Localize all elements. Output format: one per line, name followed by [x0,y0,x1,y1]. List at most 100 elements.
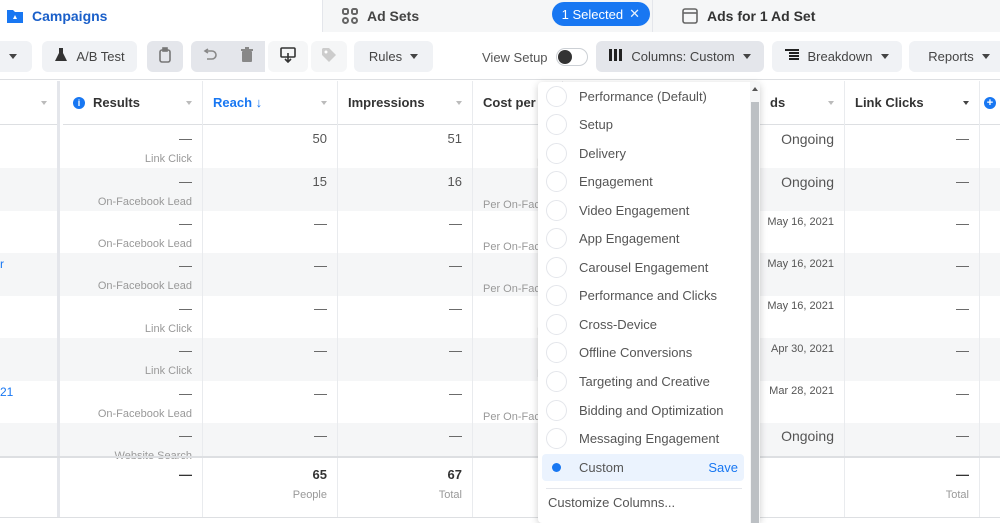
reports-button[interactable]: Reports [909,41,1000,72]
create-dropdown-button[interactable] [0,41,32,72]
tag-button[interactable] [311,41,347,72]
results-cell: — Link Click [144,343,192,377]
tab-campaigns[interactable]: Campaigns [0,0,322,32]
impressions-header-label: Impressions [348,95,425,110]
radio-icon [546,171,567,192]
delete-button[interactable] [229,41,265,72]
tab-ad-sets[interactable]: Ad Sets 1 Selected ✕ [322,0,652,32]
save-preset-button[interactable]: Save [708,460,738,475]
dropdown-scrollbar[interactable] [750,82,760,523]
ends-cell: Ongoing [781,428,834,444]
duplicate-button[interactable] [147,41,183,72]
column-preset-option[interactable]: Messaging Engagement [542,425,744,452]
campaign-name-fragment[interactable]: r [0,257,4,271]
radio-icon [546,114,567,135]
selected-pill[interactable]: 1 Selected ✕ [551,2,650,26]
totals-row [0,456,1000,517]
chevron-down-icon [981,54,990,59]
column-preset-option[interactable]: Bidding and Optimization [542,397,744,424]
link-clicks-cell: — [956,131,969,146]
tab-ads[interactable]: Ads for 1 Ad Set [652,0,1000,32]
clear-selection-icon[interactable]: ✕ [629,6,640,22]
column-header-name[interactable] [0,81,57,125]
ab-test-button[interactable]: A/B Test [42,41,137,72]
breakdown-button[interactable]: Breakdown [772,41,902,72]
rules-button[interactable]: Rules [354,41,433,72]
view-setup-toggle[interactable] [555,48,588,66]
column-preset-option[interactable]: Offline Conversions [542,339,744,366]
view-setup: View Setup [482,48,588,66]
undo-button[interactable] [191,41,229,72]
reach-cell: — [314,386,327,401]
column-preset-option[interactable]: Engagement [542,168,744,195]
breakdown-label: Breakdown [807,49,873,64]
flask-icon [54,47,68,66]
scrollbar-thumb[interactable] [751,102,759,523]
column-add: + [980,81,1000,517]
menu-divider [546,488,742,489]
chevron-down-icon [186,101,192,105]
column-preset-option[interactable]: Setup [542,111,744,138]
column-preset-option[interactable]: App Engagement [542,225,744,252]
impressions-cell: — [449,343,462,358]
results-cell: — On-Facebook Lead [97,216,192,250]
cost-cell: Per On-Fac [483,241,540,253]
add-column-button[interactable]: + [980,81,1000,125]
impressions-cell: 51 [447,131,462,146]
radio-icon [546,314,567,335]
column-header-results[interactable]: i Results [63,81,202,125]
link-clicks-cell: — [956,258,969,273]
column-preset-option[interactable]: Video Engagement [542,197,744,224]
breakdown-icon [785,49,800,64]
link-clicks-cell: — [956,386,969,401]
link-clicks-cell: — [956,301,969,316]
chevron-down-icon [828,101,834,105]
column-preset-option[interactable]: Carousel Engagement [542,254,744,281]
chevron-down-icon [963,101,969,105]
export-icon [280,47,296,66]
column-preset-option-selected[interactable]: Custom Save [542,454,744,481]
level-tabs: Campaigns Ad Sets 1 Selected ✕ Ads for 1… [0,0,1000,32]
cost-cell: P [483,320,544,340]
folder-icon [6,8,24,24]
column-header-link-clicks[interactable]: Link Clicks [845,81,979,125]
ab-test-label: A/B Test [76,49,125,64]
column-name: r 21 [0,81,60,517]
columns-button[interactable]: Columns: Custom [596,41,764,72]
chevron-down-icon [321,101,327,105]
radio-icon [546,342,567,363]
link-clicks-cell: — [956,343,969,358]
ad-window-icon [681,7,699,25]
column-link-clicks: Link Clicks — — — — — — — — — Total [845,81,980,517]
results-cell: — On-Facebook Lead [97,386,192,420]
campaigns-table: r 21 i Results — Link Click — On-Facebook … [0,81,1000,523]
selected-count: 1 Selected [561,6,624,22]
column-preset-option[interactable]: Cross-Device [542,311,744,338]
cost-cell: P [483,362,544,382]
scroll-up-icon[interactable] [752,87,758,91]
grid-icon [341,7,359,25]
reach-cell: 50 [312,131,327,146]
customize-columns-link[interactable]: Customize Columns... [548,495,675,510]
column-header-reach[interactable]: Reach ↓ [203,81,337,125]
campaign-name-fragment[interactable]: 21 [0,385,13,399]
ends-cell: May 16, 2021 [767,258,834,270]
tab-campaigns-label: Campaigns [32,8,108,24]
column-preset-option[interactable]: Performance and Clicks [542,282,744,309]
rules-label: Rules [368,49,403,64]
column-header-impressions[interactable]: Impressions [338,81,472,125]
reach-cell: 15 [312,174,327,189]
columns-icon [609,49,623,64]
column-header-ends[interactable]: ds [760,81,844,125]
undo-icon [202,48,218,65]
plus-circle-icon: + [984,96,996,109]
ends-cell: Mar 28, 2021 [769,385,834,397]
export-button[interactable] [268,41,308,72]
columns-label: Columns: Custom [631,49,735,64]
column-preset-option[interactable]: Performance (Default) [542,83,744,110]
column-impressions: Impressions 51 16 — — — — — — 67 Total [338,81,473,517]
reports-label: Reports [928,49,974,64]
column-ends: ds Ongoing Ongoing May 16, 2021 May 16, … [760,81,845,517]
column-preset-option[interactable]: Targeting and Creative [542,368,744,395]
column-preset-option[interactable]: Delivery [542,140,744,167]
